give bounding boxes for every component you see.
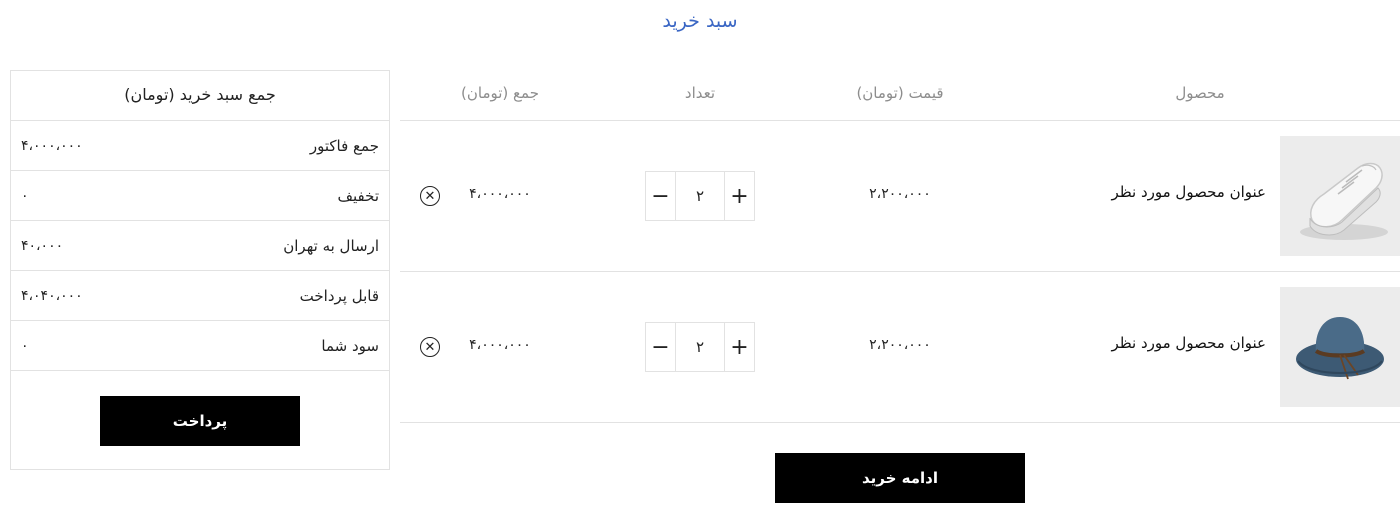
product-name[interactable]: عنوان محصول مورد نظر bbox=[1111, 334, 1266, 352]
cart-item-row: عنوان محصول مورد نظر ۲،۲۰۰،۰۰۰ − + ۴،۰۰۰… bbox=[400, 121, 1400, 272]
summary-value: ۰ bbox=[21, 187, 29, 204]
cart-table-header: محصول قیمت (تومان) تعداد جمع (تومان) bbox=[400, 70, 1400, 121]
page-title: سبد خرید bbox=[662, 10, 738, 32]
quantity-stepper: − + bbox=[645, 171, 755, 221]
summary-label: سود شما bbox=[321, 336, 379, 355]
summary-label: ارسال به تهران bbox=[283, 236, 379, 255]
pay-button[interactable]: پرداخت bbox=[100, 395, 300, 446]
summary-value: ۴،۰۴۰،۰۰۰ bbox=[21, 287, 83, 304]
cart-table: محصول قیمت (تومان) تعداد جمع (تومان) عنو… bbox=[400, 70, 1400, 423]
summary-value: ۰ bbox=[21, 337, 29, 354]
cart-item-row: عنوان محصول مورد نظر ۲،۲۰۰،۰۰۰ − + ۴،۰۰۰… bbox=[400, 272, 1400, 423]
quantity-input[interactable] bbox=[676, 323, 724, 371]
cart-summary: جمع سبد خرید (تومان) جمع فاکتور ۴،۰۰۰،۰۰… bbox=[10, 70, 390, 470]
product-price: ۲،۲۰۰،۰۰۰ bbox=[869, 337, 931, 353]
summary-row-shipping: ارسال به تهران ۴۰،۰۰۰ bbox=[11, 221, 389, 271]
remove-item-icon[interactable]: ✕ bbox=[420, 186, 440, 206]
quantity-input[interactable] bbox=[676, 172, 724, 220]
remove-item-icon[interactable]: ✕ bbox=[420, 337, 440, 357]
quantity-stepper: − + bbox=[645, 322, 755, 372]
summary-row-discount: تخفیف ۰ bbox=[11, 171, 389, 221]
plus-icon[interactable]: + bbox=[724, 323, 754, 371]
plus-icon[interactable]: + bbox=[724, 172, 754, 220]
minus-icon[interactable]: − bbox=[646, 323, 676, 371]
minus-icon[interactable]: − bbox=[646, 172, 676, 220]
summary-label: تخفیف bbox=[337, 186, 380, 205]
pay-button-wrap: پرداخت bbox=[11, 371, 389, 470]
summary-row-payable: قابل پرداخت ۴،۰۴۰،۰۰۰ bbox=[11, 271, 389, 321]
column-quantity: تعداد bbox=[684, 84, 716, 102]
product-name[interactable]: عنوان محصول مورد نظر bbox=[1111, 183, 1266, 201]
line-total: ۴،۰۰۰،۰۰۰ bbox=[469, 186, 531, 202]
product-price: ۲،۲۰۰،۰۰۰ bbox=[869, 186, 931, 202]
sneaker-image[interactable] bbox=[1280, 136, 1400, 256]
summary-label: قابل پرداخت bbox=[299, 286, 379, 305]
continue-shopping-button[interactable]: ادامه خرید bbox=[775, 453, 1025, 503]
column-total: جمع (تومان) bbox=[461, 84, 539, 102]
hat-image[interactable] bbox=[1280, 287, 1400, 407]
column-product: محصول bbox=[1175, 84, 1225, 102]
summary-title: جمع سبد خرید (تومان) bbox=[11, 71, 389, 121]
summary-label: جمع فاکتور bbox=[309, 136, 379, 155]
summary-row-invoice-total: جمع فاکتور ۴،۰۰۰،۰۰۰ bbox=[11, 121, 389, 171]
column-price: قیمت (تومان) bbox=[856, 84, 944, 102]
line-total: ۴،۰۰۰،۰۰۰ bbox=[469, 337, 531, 353]
summary-value: ۴،۰۰۰،۰۰۰ bbox=[21, 137, 83, 154]
summary-value: ۴۰،۰۰۰ bbox=[21, 237, 64, 254]
summary-row-savings: سود شما ۰ bbox=[11, 321, 389, 371]
